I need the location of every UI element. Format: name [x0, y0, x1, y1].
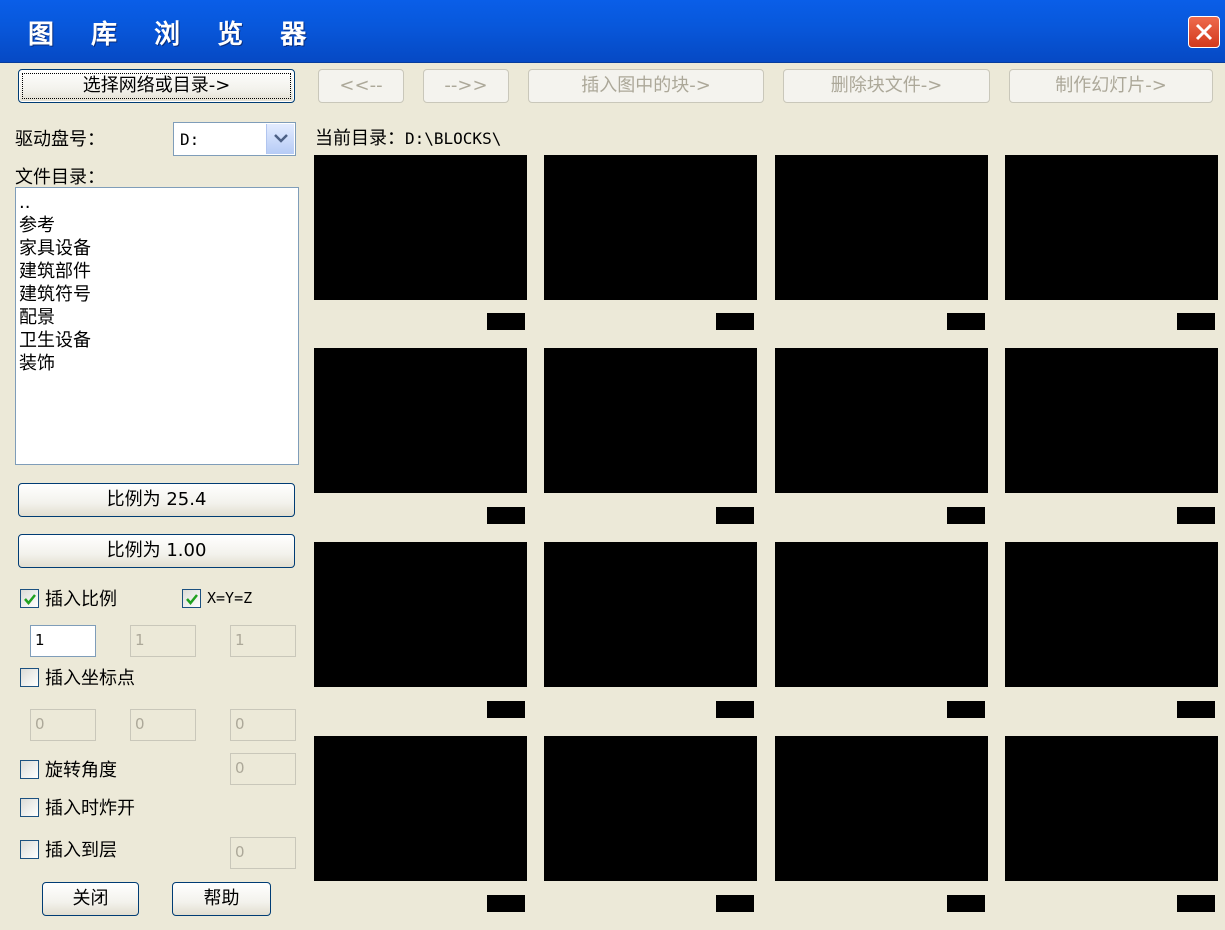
block-name-label	[487, 313, 525, 330]
block-name-label	[947, 895, 985, 912]
block-preview[interactable]	[544, 155, 757, 300]
explode-label: 插入时炸开	[45, 798, 135, 819]
layer-input[interactable]: 0	[230, 837, 296, 869]
block-name-label	[716, 895, 754, 912]
block-name-label	[1177, 507, 1215, 524]
insert-point-checkbox[interactable]	[20, 667, 39, 687]
block-preview[interactable]	[775, 736, 988, 881]
block-name-label	[1177, 895, 1215, 912]
drive-select-value: D:	[180, 130, 200, 149]
scale-y-input[interactable]: 1	[130, 625, 196, 657]
list-item[interactable]: 卫生设备	[19, 329, 295, 352]
list-item[interactable]: 建筑符号	[19, 283, 295, 306]
current-dir-label: 当前目录：	[315, 128, 405, 149]
xyz-equal-option[interactable]: X=Y=Z	[182, 585, 252, 611]
insert-scale-label: 插入比例	[45, 589, 117, 610]
prev-page-button[interactable]: <<--	[318, 69, 404, 103]
block-preview[interactable]	[775, 155, 988, 300]
drive-select[interactable]: D:	[173, 122, 296, 156]
rotation-input[interactable]: 0	[230, 753, 296, 785]
block-preview[interactable]	[314, 736, 527, 881]
close-button[interactable]: 关闭	[42, 882, 139, 916]
scale-25-4-button[interactable]: 比例为 25.4	[18, 483, 295, 517]
scale-z-input[interactable]: 1	[230, 625, 296, 657]
xyz-equal-checkbox[interactable]	[182, 588, 201, 608]
help-button[interactable]: 帮助	[172, 882, 271, 916]
insert-layer-option[interactable]: 插入到层	[20, 836, 117, 862]
title-bar: 图 库 浏 览 器	[0, 0, 1225, 63]
list-item[interactable]: 参考	[19, 214, 295, 237]
block-preview[interactable]	[544, 348, 757, 493]
block-name-label	[947, 313, 985, 330]
list-item[interactable]: 配景	[19, 306, 295, 329]
block-name-label	[1177, 313, 1215, 330]
current-dir-value: D:\BLOCKS\	[405, 129, 502, 148]
scale-1-00-button[interactable]: 比例为 1.00	[18, 534, 295, 568]
block-name-label	[487, 701, 525, 718]
close-icon	[1195, 23, 1213, 41]
block-preview[interactable]	[544, 736, 757, 881]
insert-layer-checkbox[interactable]	[20, 839, 39, 859]
block-preview[interactable]	[544, 542, 757, 687]
list-item[interactable]: ..	[19, 191, 295, 214]
next-page-button[interactable]: -->>	[423, 69, 509, 103]
point-y-input[interactable]: 0	[130, 709, 196, 741]
checkmark-icon	[186, 593, 198, 605]
rotation-checkbox[interactable]	[20, 759, 39, 779]
block-name-label	[716, 507, 754, 524]
current-dir: 当前目录：D:\BLOCKS\	[315, 124, 501, 150]
block-name-label	[716, 701, 754, 718]
window-title: 图 库 浏 览 器	[28, 20, 321, 50]
explode-checkbox[interactable]	[20, 797, 39, 817]
block-preview[interactable]	[775, 348, 988, 493]
chevron-down-icon	[274, 134, 288, 143]
block-name-label	[947, 507, 985, 524]
block-name-label	[947, 701, 985, 718]
xyz-equal-label: X=Y=Z	[207, 589, 253, 607]
list-item[interactable]: 装饰	[19, 352, 295, 375]
explode-option[interactable]: 插入时炸开	[20, 794, 135, 820]
block-preview[interactable]	[1005, 155, 1218, 300]
directory-label: 文件目录：	[15, 167, 105, 188]
insert-point-label: 插入坐标点	[45, 668, 135, 689]
checkmark-icon	[24, 593, 36, 605]
block-preview[interactable]	[314, 155, 527, 300]
block-name-label	[716, 313, 754, 330]
list-item[interactable]: 建筑部件	[19, 260, 295, 283]
block-name-label	[1177, 701, 1215, 718]
block-preview[interactable]	[1005, 542, 1218, 687]
list-item[interactable]: 家具设备	[19, 237, 295, 260]
block-name-label	[487, 507, 525, 524]
rotation-label: 旋转角度	[45, 760, 117, 781]
rotation-option[interactable]: 旋转角度	[20, 756, 117, 782]
delete-block-button[interactable]: 删除块文件->	[783, 69, 990, 103]
insert-point-option[interactable]: 插入坐标点	[20, 664, 135, 690]
insert-block-button[interactable]: 插入图中的块->	[528, 69, 764, 103]
block-name-label	[487, 895, 525, 912]
make-slide-button[interactable]: 制作幻灯片->	[1009, 69, 1213, 103]
point-z-input[interactable]: 0	[230, 709, 296, 741]
insert-scale-checkbox[interactable]	[20, 588, 39, 608]
directory-listbox[interactable]: .. 参考 家具设备 建筑部件 建筑符号 配景 卫生设备 装饰	[15, 187, 299, 465]
scale-x-input[interactable]: 1	[30, 625, 96, 657]
block-preview[interactable]	[1005, 736, 1218, 881]
block-preview[interactable]	[314, 348, 527, 493]
block-preview[interactable]	[314, 542, 527, 687]
close-window-button[interactable]	[1188, 16, 1220, 48]
drive-label: 驱动盘号：	[15, 129, 105, 150]
select-network-button[interactable]: 选择网络或目录->	[18, 69, 295, 103]
insert-scale-option[interactable]: 插入比例	[20, 585, 117, 611]
dropdown-arrow[interactable]	[266, 124, 294, 154]
insert-layer-label: 插入到层	[45, 840, 117, 861]
block-preview[interactable]	[1005, 348, 1218, 493]
point-x-input[interactable]: 0	[30, 709, 96, 741]
block-preview[interactable]	[775, 542, 988, 687]
